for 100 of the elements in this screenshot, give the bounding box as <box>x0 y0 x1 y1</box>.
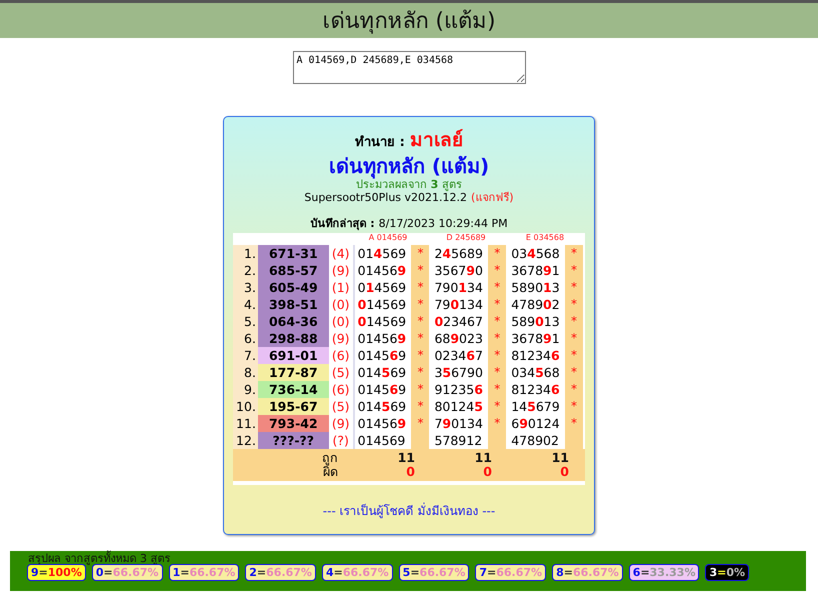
result-badge: 0=66.67% <box>92 564 163 581</box>
row-number: 4. <box>233 296 258 313</box>
mark-cell: * <box>488 364 506 381</box>
table-cell-text: 014569 <box>356 432 406 449</box>
column-header: A 014569 <box>368 233 408 244</box>
page-title: เด่นทุกหลัก (แต้ม) <box>322 8 496 36</box>
mark-cell: * <box>411 364 430 381</box>
table-cell-text: 578912 <box>433 432 484 449</box>
total-label: ผิด <box>322 465 338 479</box>
table-cell-text: 014569 <box>356 245 408 262</box>
table-cell-text: 014569 <box>356 279 408 296</box>
table-cell-text: 790134 <box>433 415 484 432</box>
table-cell-text: 367891 <box>510 262 561 279</box>
mark-cell: * <box>411 245 430 262</box>
table-cell-text: 812346 <box>510 381 561 398</box>
table-cell-text: 014569 <box>356 262 408 279</box>
lottery-number: 398-51 <box>258 296 329 313</box>
table-cell-text: 478902 <box>510 432 560 449</box>
saved-label: บันทึกล่าสุด : <box>310 217 375 231</box>
table-cell-text: 790134 <box>433 279 484 296</box>
table-cell-text: 034568 <box>510 364 561 381</box>
mark-cell: * <box>411 330 430 347</box>
row-number: 11. <box>233 415 258 432</box>
table-cell-text: 367891 <box>510 330 561 347</box>
total-value: 0 <box>559 465 569 479</box>
mark-cell: * <box>488 347 506 364</box>
table-cell-text: 014569 <box>356 296 408 313</box>
result-badge: 3=0% <box>705 564 750 581</box>
total-value: 0 <box>405 465 415 479</box>
summary-title: สรุปผล จากสูตรทั้งหมด 3 สูตร <box>28 551 172 564</box>
mark-cell: * <box>565 296 584 313</box>
result-badge: 1=66.67% <box>168 564 240 581</box>
lottery-number: 605-49 <box>258 279 329 296</box>
mark-cell: * <box>411 296 430 313</box>
lottery-number: 671-31 <box>258 245 329 262</box>
mark-cell: * <box>565 347 584 364</box>
mark-cell: * <box>411 398 430 415</box>
mark-cell: * <box>565 330 584 347</box>
row-number: 2. <box>233 262 258 279</box>
table-cell-text: 014569 <box>356 415 408 432</box>
total-value: 11 <box>474 451 492 465</box>
table-cell-text: 145679 <box>510 398 561 415</box>
lottery-number: 736-14 <box>258 381 329 398</box>
table-cell-text: 014569 <box>356 313 408 330</box>
lottery-number: 195-67 <box>258 398 329 415</box>
table-cell-text: 014569 <box>356 347 408 364</box>
mark-cell: * <box>411 381 430 398</box>
total-label: ถูก <box>321 451 338 465</box>
column-header: D 245689 <box>445 233 487 244</box>
version-note: (แจกฟรี) <box>471 191 514 205</box>
mark-cell: * <box>488 279 506 296</box>
lottery-number: 177-87 <box>258 364 329 381</box>
row-number: 9. <box>233 381 258 398</box>
table-cell-text: 245689 <box>433 245 484 262</box>
mark-cell: * <box>411 262 430 279</box>
table-cell-text: 014569 <box>356 398 408 415</box>
table-cell-text: 023467 <box>433 313 484 330</box>
table-cell-text: 023467 <box>433 347 484 364</box>
row-number: 10. <box>233 398 258 415</box>
row-number: 1. <box>233 245 258 262</box>
result-badge: 7=66.67% <box>475 564 546 581</box>
table-cell-text: 014569 <box>356 330 408 347</box>
mark-cell: * <box>565 279 584 296</box>
mark-cell: * <box>488 262 506 279</box>
result-badge: 9=100% <box>27 564 86 581</box>
card-title: เด่นทุกหลัก (แต้ม) <box>328 154 490 178</box>
mark-cell: * <box>411 347 430 364</box>
lottery-number: 064-36 <box>258 313 329 330</box>
table-cell-text: 034568 <box>510 245 561 262</box>
table-cell-text: 689023 <box>433 330 484 347</box>
mark-cell: * <box>565 381 584 398</box>
mark-cell: * <box>488 330 506 347</box>
row-number: 12. <box>233 432 258 449</box>
table-cell-text: 478902 <box>510 296 561 313</box>
card-footer: --- เราเป็นผู้โชคดี มั่งมีเงินทอง --- <box>322 501 496 520</box>
result-badge: 2=66.67% <box>245 564 316 581</box>
lottery-number: 685-57 <box>258 262 329 279</box>
table-cell-text: 790134 <box>433 296 484 313</box>
mark-cell: * <box>411 279 430 296</box>
row-number: 8. <box>233 364 258 381</box>
mark-cell: * <box>488 398 506 415</box>
mark-cell: * <box>565 245 584 262</box>
mark-cell: * <box>565 364 584 381</box>
mark-cell: * <box>565 398 584 415</box>
mark-cell: * <box>565 415 584 432</box>
row-number: 5. <box>233 313 258 330</box>
table-cell-text: 356790 <box>433 364 484 381</box>
lottery-number: ???-?? <box>258 432 329 449</box>
table-cell-text: 812346 <box>510 347 561 364</box>
lottery-number: 691-01 <box>258 347 329 364</box>
mark-cell: * <box>488 245 506 262</box>
total-value: 11 <box>550 451 569 465</box>
mark-cell: * <box>411 415 430 432</box>
mark-cell: * <box>565 313 584 330</box>
result-badge: 8=66.67% <box>552 564 623 581</box>
input-field[interactable]: A 014569,D 245689,E 034568 <box>292 51 526 84</box>
row-number: 7. <box>233 347 258 364</box>
predict-value: มาเลย์ <box>410 129 463 151</box>
predict-label: ทำนาย : <box>355 134 405 152</box>
lottery-number: 298-88 <box>258 330 329 347</box>
